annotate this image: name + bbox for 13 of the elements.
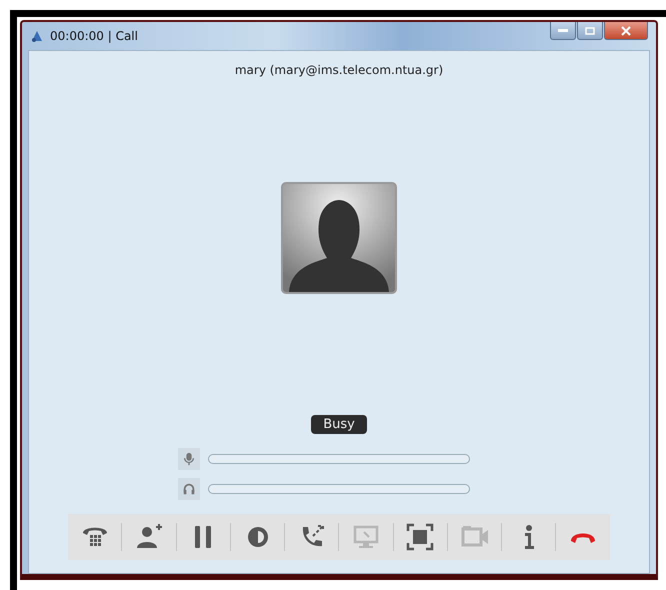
status-badge: Busy	[311, 415, 367, 434]
maximize-button[interactable]	[577, 22, 603, 40]
close-icon	[621, 26, 631, 36]
window-title: 00:00:00 | Call	[50, 29, 138, 43]
minimize-icon	[558, 28, 568, 32]
close-button[interactable]	[604, 22, 648, 40]
microphone-icon	[178, 448, 200, 470]
minimize-button[interactable]	[550, 22, 576, 40]
fullscreen-icon[interactable]	[405, 522, 436, 552]
maximize-icon	[585, 26, 595, 34]
headphones-icon	[178, 478, 200, 500]
app-icon	[30, 29, 44, 43]
contact-name: mary (mary@ims.telecom.ntua.gr)	[234, 63, 444, 77]
